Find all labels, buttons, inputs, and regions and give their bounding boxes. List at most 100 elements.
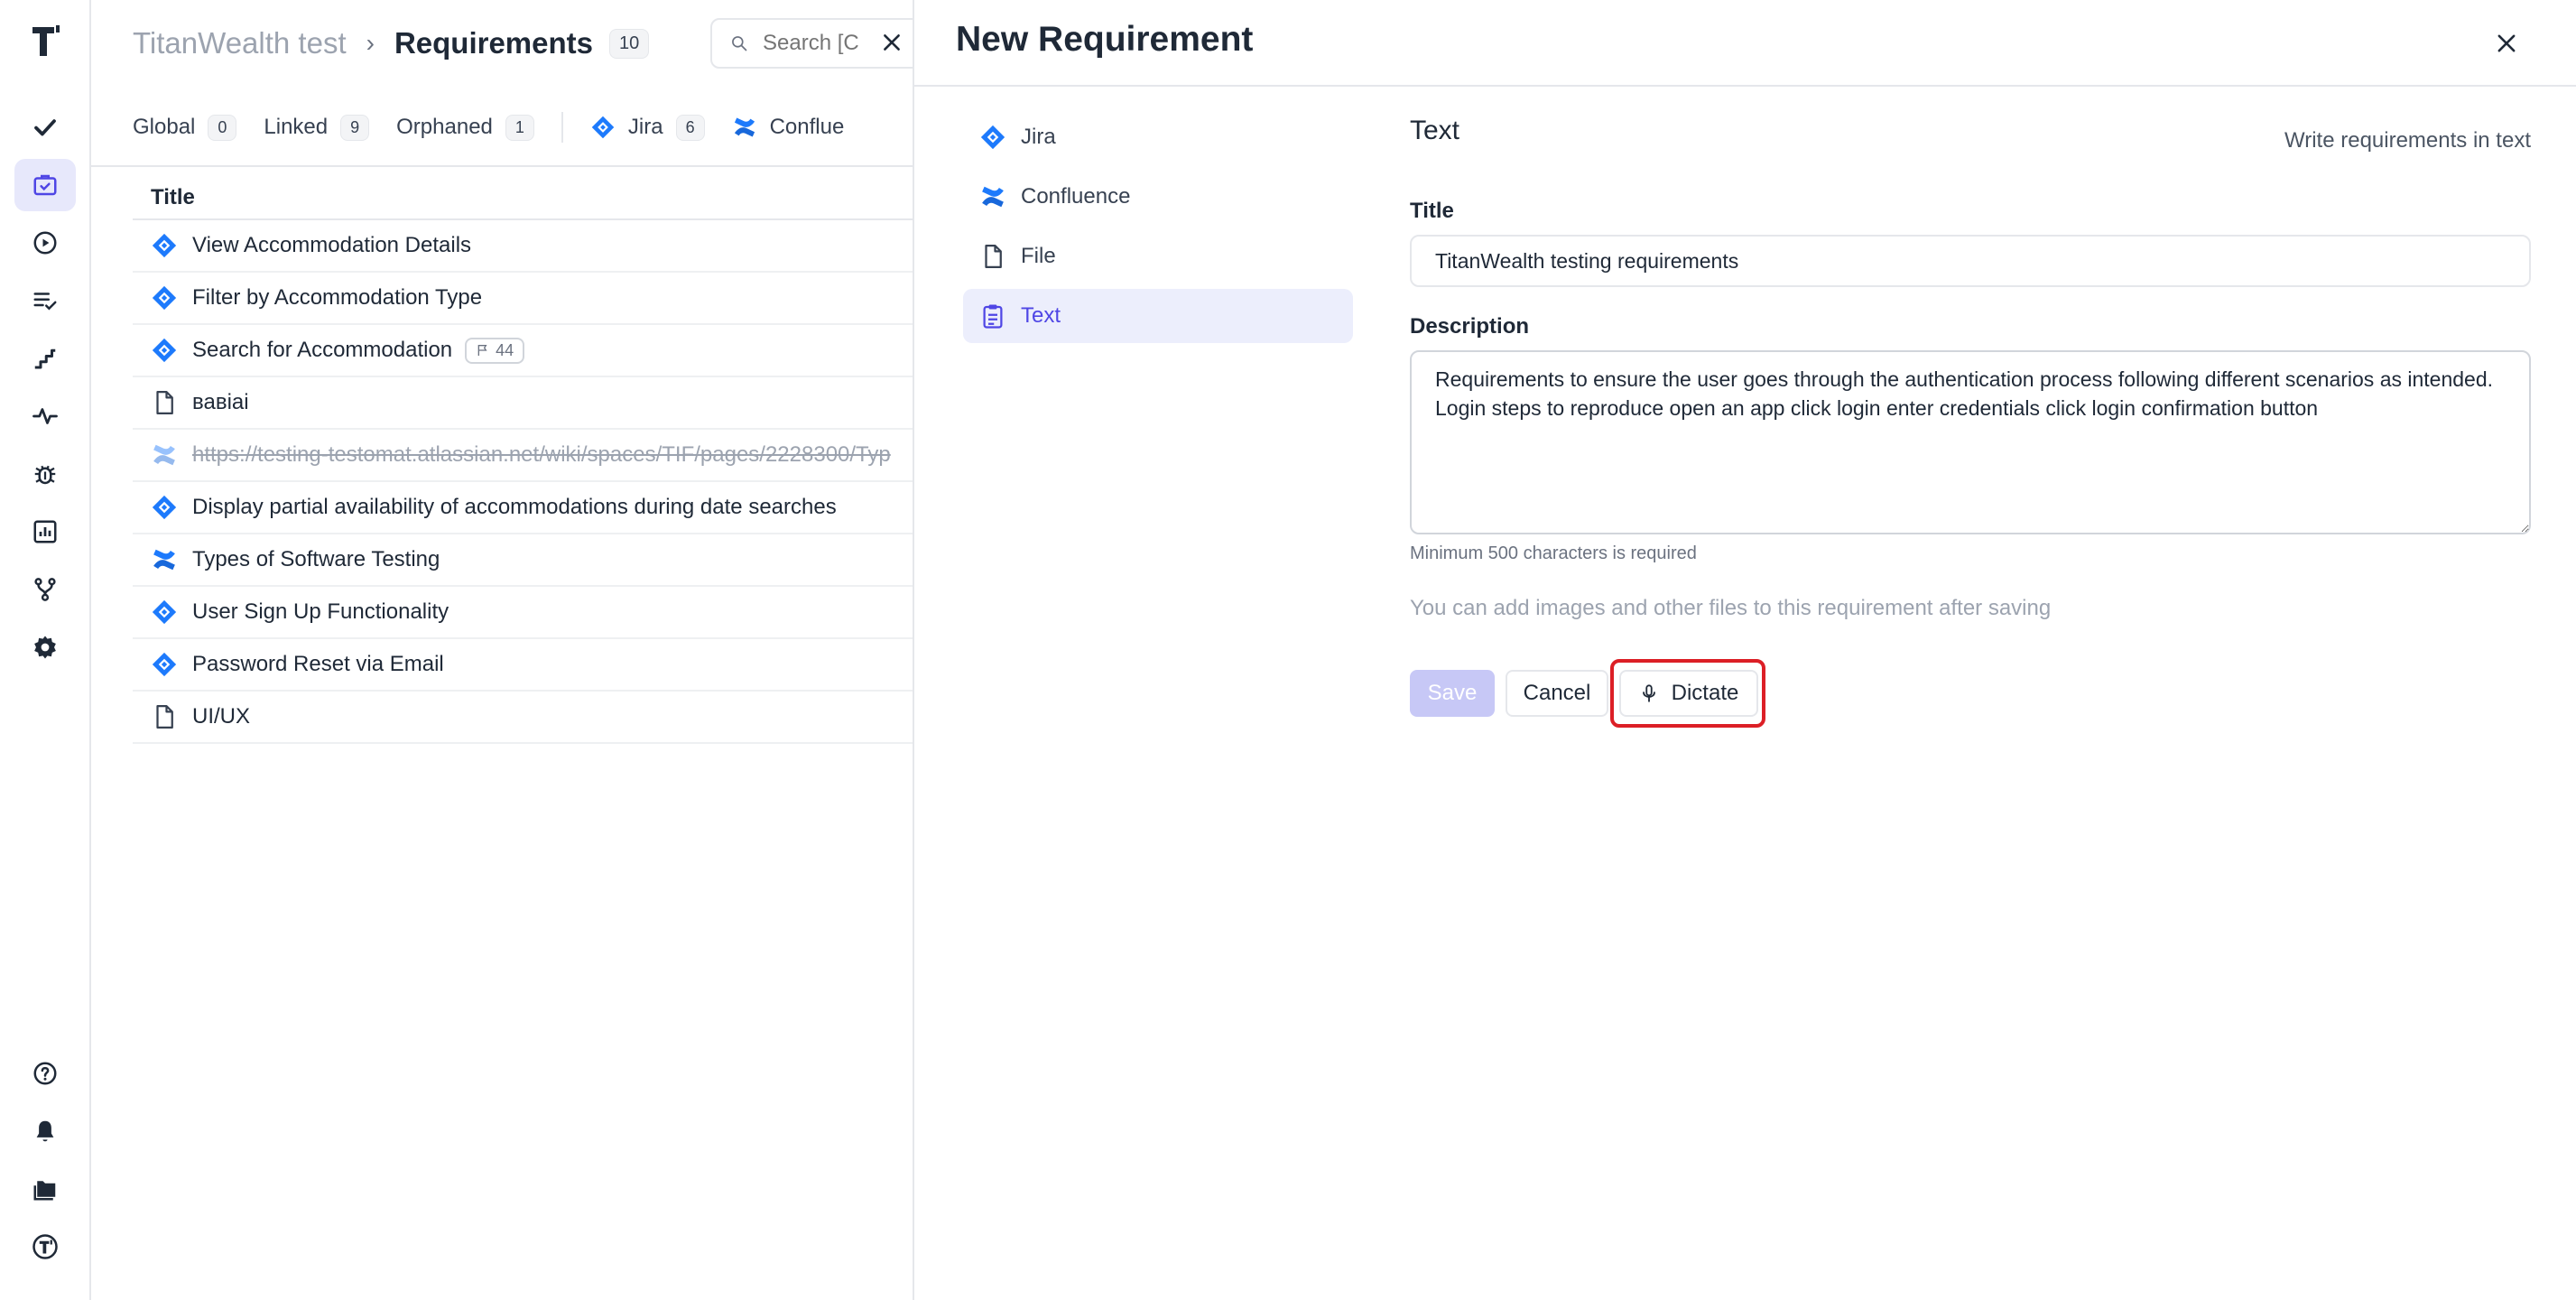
description-textarea[interactable]: Requirements to ensure the user goes thr…	[1410, 350, 2531, 534]
source-label: Confluence	[1021, 184, 1131, 209]
jira-icon	[151, 494, 178, 521]
plans-list-check-icon[interactable]	[14, 274, 76, 327]
requirement-title: Password Reset via Email	[192, 652, 444, 676]
requirement-row[interactable]: UI/UX	[133, 692, 913, 744]
requirement-row[interactable]: вавіаі	[133, 377, 913, 430]
notifications-bell-icon[interactable]	[14, 1105, 76, 1157]
tests-check-icon[interactable]	[14, 101, 76, 153]
branches-fork-icon[interactable]	[14, 563, 76, 616]
drawer-title: New Requirement	[956, 20, 1254, 59]
cancel-button[interactable]: Cancel	[1506, 670, 1608, 717]
filter-count-badge: 9	[340, 114, 370, 141]
filter-tab-global[interactable]: Global 0	[133, 114, 237, 141]
filter-label: Global	[133, 115, 196, 139]
form-heading: Text	[1410, 116, 1460, 145]
microphone-icon	[1642, 684, 1655, 702]
title-label: Title	[1410, 199, 1454, 223]
source-item-confluence[interactable]: Confluence	[963, 170, 1353, 224]
jira-icon	[979, 124, 1006, 151]
search-icon	[732, 36, 747, 51]
form-hint: Write requirements in text	[2284, 128, 2531, 153]
filter-label: Orphaned	[396, 115, 493, 139]
filter-tab-confluence[interactable]: Conflue	[732, 115, 845, 140]
close-icon[interactable]	[869, 20, 913, 65]
linked-tests-count: 44	[496, 340, 514, 359]
requirements-icon[interactable]	[14, 159, 76, 211]
source-item-jira[interactable]: Jira	[963, 110, 1353, 164]
confluence-icon	[151, 546, 178, 573]
file-icon	[151, 389, 178, 416]
attach-files-note: You can add images and other files to th…	[1410, 596, 2052, 620]
jira-icon	[151, 284, 178, 311]
filter-count-badge: 1	[505, 114, 534, 141]
requirement-row[interactable]: Filter by Accommodation Type	[133, 273, 913, 325]
filter-count-badge: 0	[208, 114, 237, 141]
linked-tests-badge: 44	[465, 337, 525, 364]
pulse-activity-icon[interactable]	[14, 390, 76, 442]
help-icon[interactable]	[14, 1047, 76, 1100]
drawer-header: New Requirement	[914, 0, 2576, 87]
requirements-count-badge: 10	[609, 28, 650, 59]
requirement-row[interactable]: View Accommodation Details	[133, 220, 913, 273]
requirement-title: View Accommodation Details	[192, 233, 472, 257]
filter-label: Conflue	[769, 115, 845, 139]
source-item-text[interactable]: Text	[963, 289, 1353, 343]
requirement-title: Filter by Accommodation Type	[192, 285, 483, 310]
requirements-page: TitanWealth test › Requirements 10 Globa…	[91, 0, 913, 1300]
close-drawer-icon[interactable]	[2485, 22, 2528, 65]
analytics-chart-icon[interactable]	[14, 506, 76, 558]
runs-play-icon[interactable]	[14, 217, 76, 269]
page-title: Requirements	[394, 26, 593, 60]
requirement-title: Types of Software Testing	[192, 547, 440, 571]
requirement-title: Search for Accommodation	[192, 338, 453, 362]
jira-icon	[151, 232, 178, 259]
column-header-title[interactable]: Title	[133, 177, 913, 220]
new-requirement-drawer: New Requirement Jira Confluence File Tex…	[913, 0, 2576, 1300]
description-label: Description	[1410, 314, 1530, 339]
clipboard-icon	[979, 302, 1006, 330]
breadcrumb-project[interactable]: TitanWealth test	[133, 26, 347, 60]
projects-folder-icon[interactable]	[14, 1163, 76, 1215]
requirements-list: View Accommodation Details Filter by Acc…	[133, 220, 913, 744]
source-type-list: Jira Confluence File Text	[963, 110, 1353, 348]
settings-gear-icon[interactable]	[14, 621, 76, 673]
jira-icon	[151, 599, 178, 626]
jira-icon	[151, 337, 178, 364]
requirement-row[interactable]: Search for Accommodation 44	[133, 325, 913, 377]
source-item-file[interactable]: File	[963, 229, 1353, 283]
requirement-row[interactable]: Types of Software Testing	[133, 534, 913, 587]
dictate-button[interactable]: Dictate	[1619, 670, 1758, 717]
requirement-row-orphaned[interactable]: https://testing-testomat.atlassian.net/w…	[133, 430, 913, 482]
app-logo[interactable]	[31, 23, 61, 58]
breadcrumb: TitanWealth test › Requirements 10	[133, 23, 650, 63]
steps-stairs-icon[interactable]	[14, 332, 76, 385]
dictate-label: Dictate	[1671, 681, 1739, 705]
filter-divider	[561, 112, 563, 143]
breadcrumb-separator: ›	[366, 29, 375, 57]
source-label: File	[1021, 244, 1056, 268]
requirement-row[interactable]: Password Reset via Email	[133, 639, 913, 692]
requirement-title: UI/UX	[192, 704, 251, 729]
requirement-title: User Sign Up Functionality	[192, 599, 449, 624]
filter-tabs: Global 0 Linked 9 Orphaned 1 Jira 6 Conf…	[133, 108, 871, 146]
title-input[interactable]	[1410, 235, 2531, 287]
source-label: Jira	[1021, 125, 1056, 149]
filter-count-badge: 6	[675, 114, 705, 141]
requirement-row[interactable]: User Sign Up Functionality	[133, 587, 913, 639]
filter-tab-orphaned[interactable]: Orphaned 1	[396, 114, 534, 141]
filter-tab-linked[interactable]: Linked 9	[264, 114, 370, 141]
jira-icon	[590, 115, 616, 140]
confluence-icon	[732, 115, 757, 140]
confluence-icon	[979, 183, 1006, 210]
flag-icon	[477, 345, 487, 356]
filter-label: Linked	[264, 115, 329, 139]
min-characters-note: Minimum 500 characters is required	[1410, 543, 1697, 563]
source-label: Text	[1021, 303, 1061, 328]
bug-icon[interactable]	[14, 448, 76, 500]
user-avatar-icon[interactable]	[14, 1221, 76, 1273]
jira-icon	[151, 651, 178, 678]
requirement-row[interactable]: Display partial availability of accommod…	[133, 482, 913, 534]
save-button[interactable]: Save	[1410, 670, 1495, 717]
filter-label: Jira	[627, 115, 663, 139]
filter-tab-jira[interactable]: Jira 6	[590, 114, 705, 141]
